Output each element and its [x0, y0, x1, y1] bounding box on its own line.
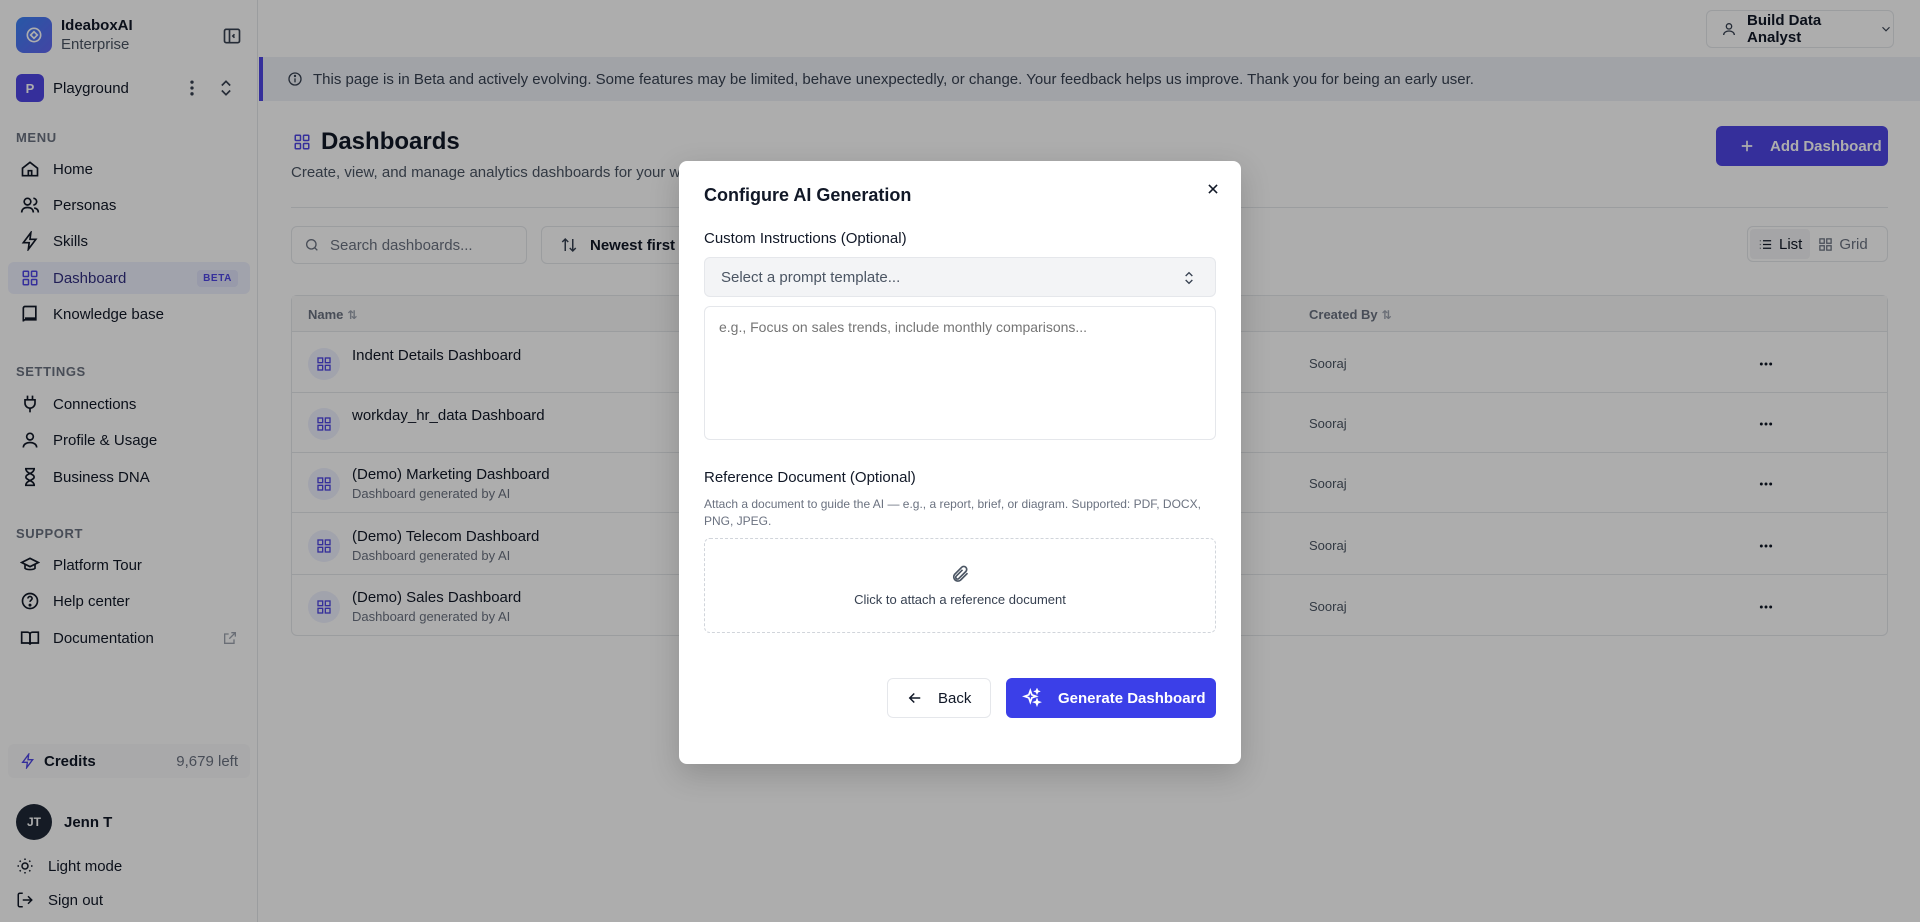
- arrow-left-icon: [906, 689, 924, 707]
- custom-instructions-textarea[interactable]: [704, 306, 1216, 440]
- configure-ai-modal: Configure AI Generation Custom Instructi…: [679, 161, 1241, 764]
- attach-document-text: Click to attach a reference document: [854, 592, 1066, 607]
- prompt-template-placeholder: Select a prompt template...: [721, 268, 901, 286]
- back-button[interactable]: Back: [887, 678, 991, 718]
- paperclip-icon: [950, 564, 970, 584]
- reference-document-label: Reference Document (Optional): [704, 469, 916, 486]
- custom-instructions-label: Custom Instructions (Optional): [704, 230, 907, 247]
- prompt-template-select[interactable]: Select a prompt template...: [704, 257, 1216, 297]
- back-label: Back: [938, 689, 972, 707]
- sparkles-icon: [1022, 688, 1042, 708]
- modal-title: Configure AI Generation: [704, 185, 912, 205]
- close-icon[interactable]: [1203, 179, 1223, 199]
- generate-dashboard-button[interactable]: Generate Dashboard: [1006, 678, 1216, 718]
- generate-dashboard-label: Generate Dashboard: [1058, 689, 1206, 707]
- chevrons-up-down-icon: [1181, 269, 1197, 287]
- reference-help-text: Attach a document to guide the AI — e.g.…: [704, 497, 1201, 528]
- attach-document-dropzone[interactable]: Click to attach a reference document: [704, 538, 1216, 633]
